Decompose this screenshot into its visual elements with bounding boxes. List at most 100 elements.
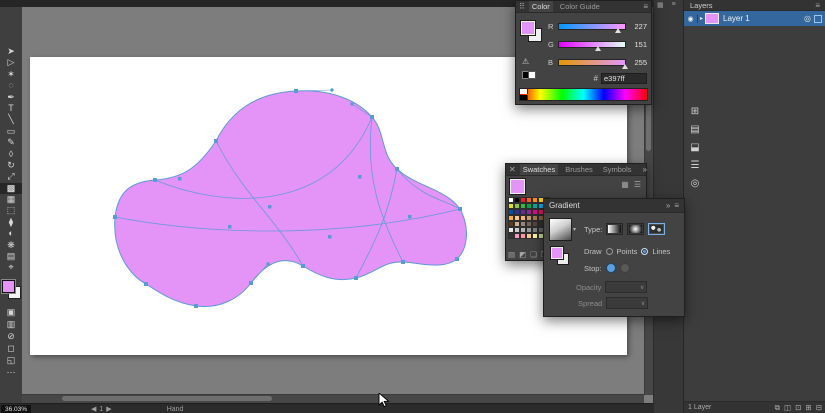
- horizontal-scrollbar-thumb[interactable]: [62, 396, 272, 401]
- artboard-tool[interactable]: ⌖: [0, 262, 22, 273]
- gradient-panel-menu-icon[interactable]: ≡: [674, 201, 679, 210]
- appearance-panel-icon[interactable]: ▤: [690, 123, 699, 136]
- make-mask-icon[interactable]: ◫: [784, 403, 791, 413]
- black-end-chip[interactable]: [520, 95, 528, 100]
- free-transform-tool[interactable]: ⬚: [0, 205, 22, 216]
- prev-artboard-icon[interactable]: ◀: [91, 405, 96, 413]
- gradient-fill-stroke-widget[interactable]: [551, 247, 571, 267]
- new-layer-icon[interactable]: ⊞: [805, 403, 811, 413]
- swatch-libraries-icon[interactable]: ▤: [508, 250, 515, 259]
- gradient-tool[interactable]: ▩: [0, 183, 22, 194]
- collect-for-export-icon[interactable]: ⧉: [775, 403, 780, 413]
- tab-symbols[interactable]: Symbols: [600, 164, 635, 175]
- points-radio[interactable]: [606, 248, 613, 255]
- edit-toolbar-icon[interactable]: ⋯: [0, 367, 22, 379]
- red-slider-thumb[interactable]: [615, 28, 621, 33]
- green-slider-thumb[interactable]: [595, 46, 601, 51]
- blue-slider-thumb[interactable]: [622, 64, 628, 69]
- target-icon[interactable]: ◎: [804, 14, 811, 23]
- zoom-level[interactable]: 36.03%: [1, 405, 31, 413]
- white-chip[interactable]: [528, 71, 536, 79]
- selection-tool[interactable]: ➤: [0, 46, 22, 57]
- lasso-tool[interactable]: ◌: [0, 80, 22, 91]
- blue-value[interactable]: 255: [629, 58, 647, 67]
- mesh-tool[interactable]: ▦: [0, 194, 22, 205]
- horizontal-scrollbar[interactable]: [22, 394, 644, 403]
- spread-select[interactable]: ∨: [606, 297, 648, 309]
- gradient-stop-inactive[interactable]: [620, 263, 630, 273]
- swatch-kinds-icon[interactable]: ❏: [530, 250, 537, 259]
- blue-slider[interactable]: [558, 59, 626, 66]
- rectangle-tool[interactable]: ▭: [0, 126, 22, 137]
- direct-selection-tool[interactable]: ▷: [0, 57, 22, 68]
- red-value[interactable]: 227: [629, 22, 647, 31]
- layer-row[interactable]: ◉ ▸ Layer 1 ◎: [684, 11, 825, 26]
- fill-stroke-widget[interactable]: [2, 280, 21, 299]
- color-panel-menu-icon[interactable]: ≡: [643, 2, 648, 11]
- graph-tool[interactable]: ▤: [0, 251, 22, 262]
- delete-layer-icon[interactable]: ⊟: [816, 403, 822, 413]
- lines-label[interactable]: Lines: [652, 247, 670, 256]
- tab-brushes[interactable]: Brushes: [562, 164, 596, 175]
- freeform-gradient-button[interactable]: [648, 223, 665, 235]
- selected-swatch[interactable]: [510, 179, 525, 194]
- car-shape[interactable]: [115, 91, 467, 307]
- layers-panel-menu-icon[interactable]: ≡: [815, 1, 820, 10]
- linear-gradient-button[interactable]: [606, 223, 623, 235]
- gradient-preview-dropdown-icon[interactable]: ▾: [573, 226, 576, 233]
- gradient-panel-icon[interactable]: ◎: [691, 177, 700, 190]
- gamut-warning-icon[interactable]: ⚠: [522, 57, 529, 66]
- expand-layer-icon[interactable]: ▸: [700, 15, 703, 22]
- collapse-panel-icon[interactable]: »: [666, 201, 670, 210]
- new-sublayer-icon[interactable]: ⊡: [795, 403, 801, 413]
- color-themes-icon[interactable]: ◩: [519, 250, 526, 259]
- white-end-chip[interactable]: [520, 89, 528, 94]
- tab-color-guide[interactable]: Color Guide: [557, 1, 603, 12]
- close-panel-icon[interactable]: ✕: [509, 165, 516, 174]
- color-fill-stroke-widget[interactable]: [521, 21, 543, 43]
- points-label[interactable]: Points: [617, 247, 638, 256]
- fill-swatch[interactable]: [551, 247, 563, 259]
- expand-panels-icon[interactable]: ▦: [657, 1, 664, 9]
- blend-tool[interactable]: ◐: [0, 228, 22, 239]
- pathfinder-panel-icon[interactable]: ⬓: [690, 141, 699, 154]
- next-artboard-icon[interactable]: ▶: [106, 405, 111, 413]
- green-value[interactable]: 151: [629, 40, 647, 49]
- list-view-icon[interactable]: ☰: [634, 180, 641, 189]
- pen-tool[interactable]: ✒: [0, 92, 22, 103]
- fill-swatch[interactable]: [521, 21, 535, 35]
- gradient-preview[interactable]: [549, 218, 572, 241]
- scale-tool[interactable]: ⤢: [0, 171, 22, 182]
- transform-panel-icon[interactable]: ⊞: [691, 105, 699, 118]
- opacity-select[interactable]: ∨: [605, 281, 647, 293]
- red-slider[interactable]: [558, 23, 626, 30]
- magic-wand-tool[interactable]: ✶: [0, 69, 22, 80]
- spectrum-end-chips[interactable]: [520, 89, 527, 100]
- dock-menu-icon[interactable]: ≡: [672, 1, 676, 9]
- line-segment-tool[interactable]: ╲: [0, 114, 22, 125]
- thumbnail-view-icon[interactable]: ▦: [621, 180, 629, 189]
- rotate-tool[interactable]: ↻: [0, 160, 22, 171]
- type-tool[interactable]: T: [0, 103, 22, 114]
- gradient-mode-icon[interactable]: ▥: [0, 319, 22, 331]
- eraser-tool[interactable]: ◊: [0, 149, 22, 160]
- visibility-toggle-icon[interactable]: ◉: [684, 15, 698, 23]
- fill-swatch[interactable]: [2, 280, 15, 293]
- drawing-mode-icon[interactable]: ◻: [0, 343, 22, 355]
- green-slider[interactable]: [558, 41, 626, 48]
- lines-radio[interactable]: [641, 248, 648, 255]
- collapse-panel-icon[interactable]: »: [643, 165, 647, 174]
- color-mode-icon[interactable]: ▣: [0, 307, 22, 319]
- eyedropper-tool[interactable]: ⧫: [0, 217, 22, 228]
- stroke-panel-icon[interactable]: ☰: [691, 159, 700, 172]
- paintbrush-tool[interactable]: ✎: [0, 137, 22, 148]
- color-spectrum-bar[interactable]: [519, 88, 648, 101]
- tab-color[interactable]: Color: [529, 1, 553, 12]
- tab-layers[interactable]: Layers: [690, 1, 713, 10]
- hex-input[interactable]: [601, 73, 647, 84]
- none-mode-icon[interactable]: ⊘: [0, 331, 22, 343]
- radial-gradient-button[interactable]: [627, 223, 644, 235]
- layer-name[interactable]: Layer 1: [723, 14, 804, 23]
- screen-mode-icon[interactable]: ◱: [0, 355, 22, 367]
- tab-swatches[interactable]: Swatches: [520, 164, 559, 175]
